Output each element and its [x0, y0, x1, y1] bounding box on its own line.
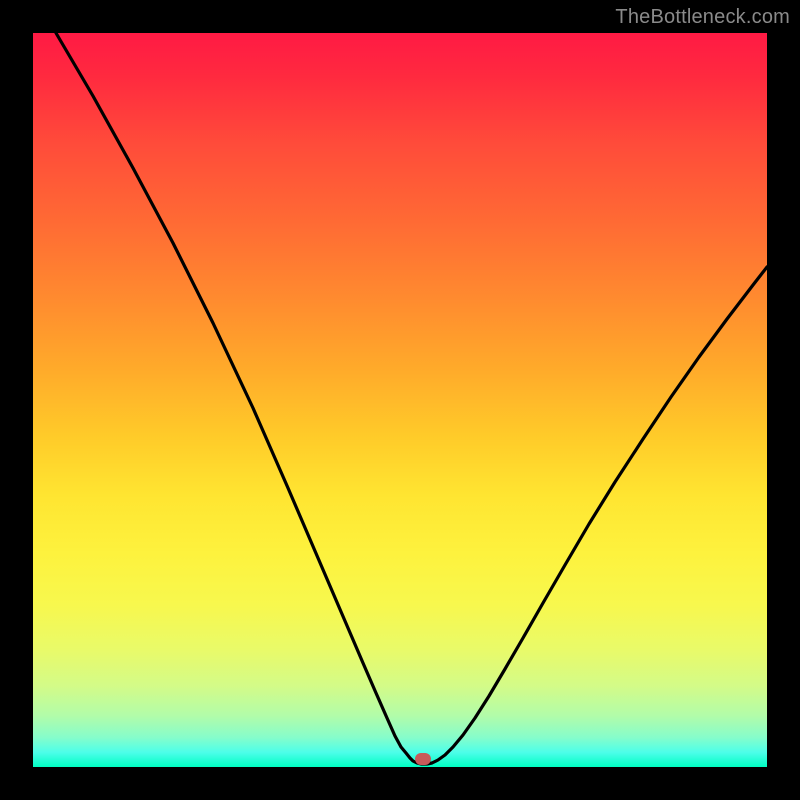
- chart-frame: TheBottleneck.com: [0, 0, 800, 800]
- attribution-text: TheBottleneck.com: [615, 6, 790, 29]
- bottleneck-curve: [33, 33, 767, 767]
- optimal-point-marker: [415, 753, 431, 765]
